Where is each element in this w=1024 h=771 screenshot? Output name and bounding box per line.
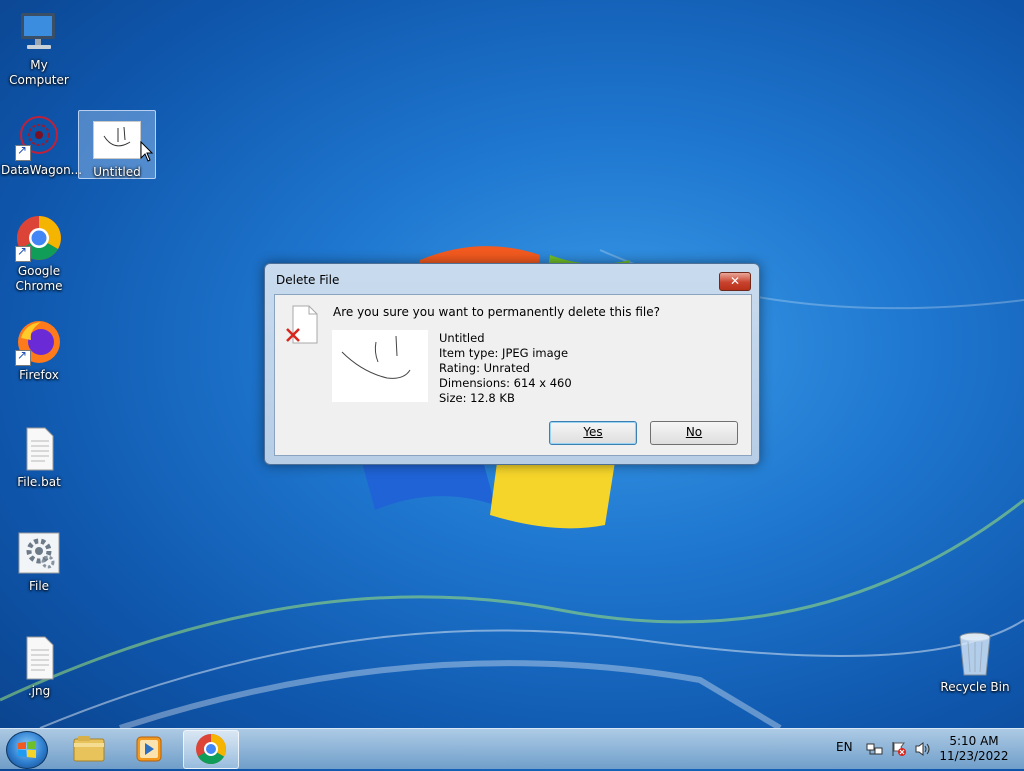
text-file-icon bbox=[15, 425, 63, 473]
start-button[interactable] bbox=[6, 731, 48, 769]
file-size: Size: 12.8 KB bbox=[439, 391, 515, 405]
file-rating: Rating: Unrated bbox=[439, 361, 530, 375]
volume-icon[interactable] bbox=[914, 741, 932, 757]
media-player-icon bbox=[136, 736, 162, 762]
clock[interactable]: 5:10 AM 11/23/2022 bbox=[936, 734, 1012, 764]
yes-button[interactable]: Yes bbox=[549, 421, 637, 445]
clock-date: 11/23/2022 bbox=[939, 749, 1009, 763]
no-button[interactable]: No bbox=[650, 421, 738, 445]
taskbar-media-player[interactable] bbox=[122, 730, 176, 767]
chrome-icon bbox=[15, 214, 63, 262]
desktop-icon-label: File bbox=[28, 579, 50, 593]
taskbar-chrome[interactable] bbox=[183, 730, 239, 769]
image-file-icon bbox=[93, 121, 141, 159]
dialog-title: Delete File bbox=[276, 273, 340, 287]
recycle-bin-icon bbox=[951, 630, 999, 678]
file-dimensions: Dimensions: 614 x 460 bbox=[439, 376, 572, 390]
desktop: My Computer DataWagon... Untitled bbox=[0, 0, 1024, 728]
desktop-icon-google-chrome[interactable]: Google Chrome bbox=[1, 214, 77, 294]
chrome-icon bbox=[196, 734, 227, 765]
file-item-type: Item type: JPEG image bbox=[439, 346, 569, 360]
desktop-icon-label: Google Chrome bbox=[15, 264, 63, 293]
mouse-cursor-icon bbox=[140, 141, 154, 162]
desktop-icon-file-bat[interactable]: File.bat bbox=[1, 425, 77, 490]
shortcut-arrow-icon bbox=[15, 348, 31, 366]
file-name: Untitled bbox=[439, 331, 485, 345]
desktop-icon-firefox[interactable]: Firefox bbox=[1, 318, 77, 383]
settings-file-icon bbox=[15, 529, 63, 577]
firefox-icon bbox=[15, 318, 63, 366]
delete-file-icon bbox=[286, 305, 318, 344]
desktop-icon-label: .jng bbox=[27, 684, 51, 698]
desktop-icon-label: DataWagon... bbox=[1, 163, 83, 177]
taskbar: EN 5:10 AM 11/23/2022 bbox=[0, 728, 1024, 769]
desktop-icon-label: Recycle Bin bbox=[940, 680, 1010, 694]
desktop-icon-file[interactable]: File bbox=[1, 529, 77, 594]
dialog-body: Are you sure you want to permanently del… bbox=[274, 294, 752, 456]
desktop-icon-label: My Computer bbox=[9, 58, 69, 87]
clock-time: 5:10 AM bbox=[949, 734, 999, 748]
delete-file-dialog: Delete File ✕ Are you sure you want to p… bbox=[264, 263, 760, 465]
file-info: Untitled Item type: JPEG image Rating: U… bbox=[439, 331, 572, 406]
datawagon-icon bbox=[15, 113, 63, 161]
shortcut-arrow-icon bbox=[15, 143, 31, 161]
desktop-icon-label: Firefox bbox=[19, 368, 59, 382]
desktop-icon-my-computer[interactable]: My Computer bbox=[1, 8, 77, 88]
desktop-icon-label: File.bat bbox=[17, 475, 61, 489]
desktop-icon-jng[interactable]: .jng bbox=[1, 634, 77, 699]
shortcut-arrow-icon bbox=[15, 244, 31, 262]
windows-flag-icon bbox=[18, 741, 36, 758]
text-file-icon bbox=[15, 634, 63, 682]
desktop-icon-label: Untitled bbox=[93, 165, 141, 179]
file-explorer-icon bbox=[73, 736, 105, 762]
taskbar-file-explorer[interactable] bbox=[62, 730, 116, 767]
no-button-label: No bbox=[685, 425, 703, 439]
yes-button-label: Yes bbox=[583, 425, 603, 439]
close-button[interactable]: ✕ bbox=[719, 272, 751, 291]
network-icon[interactable] bbox=[866, 741, 884, 757]
desktop-icon-datawagon[interactable]: DataWagon... bbox=[1, 113, 83, 178]
confirm-question: Are you sure you want to permanently del… bbox=[333, 305, 660, 319]
language-indicator[interactable]: EN bbox=[836, 740, 853, 754]
desktop-icon-recycle-bin[interactable]: Recycle Bin bbox=[937, 630, 1013, 695]
computer-icon bbox=[15, 8, 63, 56]
file-thumbnail bbox=[332, 330, 428, 402]
action-center-flag-icon[interactable] bbox=[891, 741, 907, 757]
